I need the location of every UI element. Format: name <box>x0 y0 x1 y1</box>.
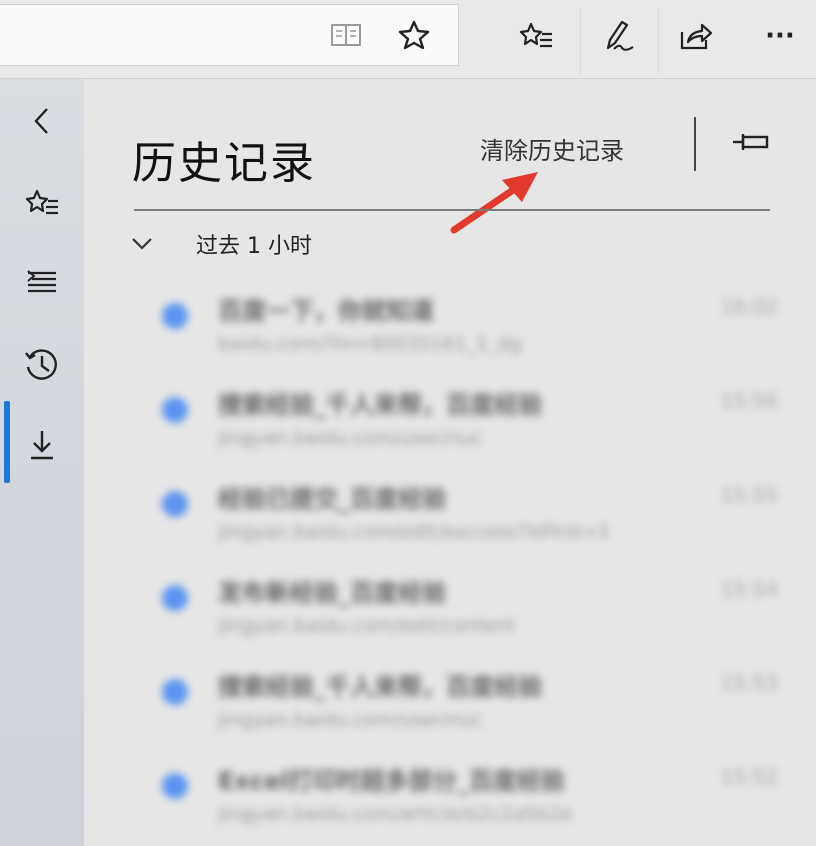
history-item-title: 发布新经验_百度经验 <box>218 579 446 607</box>
favorites-icon[interactable] <box>18 179 66 227</box>
favicon-icon <box>162 679 188 705</box>
favicon-icon <box>162 585 188 611</box>
history-item-time: 15:55 <box>720 483 778 507</box>
history-item[interactable]: 搜索经验_千人来帮，百度经验 jingyan.baidu.com/user/nuc… <box>158 383 778 463</box>
history-item-url: jingyan.baidu.com/edit/success?isFirst=1 <box>218 521 611 543</box>
history-item[interactable]: 经验已提交_百度经验 jingyan.baidu.com/edit/success… <box>158 477 778 557</box>
history-item[interactable]: 百度一下，你就知道 baidu.com/?tn=80035161_1_dg 16:0… <box>158 289 778 369</box>
history-item-time: 15:56 <box>720 389 778 413</box>
history-icon[interactable] <box>18 341 66 389</box>
toolbar-divider <box>658 8 659 74</box>
toolbar-divider <box>580 8 581 74</box>
favicon-icon <box>162 491 188 517</box>
history-item-time: 15:53 <box>720 671 778 695</box>
history-item-time: 15:52 <box>720 765 778 789</box>
history-item[interactable]: 搜索经验_千人来帮，百度经验 jingyan.baidu.com/user/nuc… <box>158 665 778 745</box>
downloads-icon[interactable] <box>18 421 66 469</box>
favicon-icon <box>162 397 188 423</box>
browser-toolbar: ··· <box>0 0 816 79</box>
history-item-time: 15:54 <box>720 577 778 601</box>
favicon-icon <box>162 773 188 799</box>
favicon-icon <box>162 303 188 329</box>
history-item-title: 搜索经验_千人来帮，百度经验 <box>218 673 542 701</box>
address-bar[interactable] <box>0 4 459 66</box>
history-item-title: 百度一下，你就知道 <box>218 297 434 325</box>
back-chevron-icon[interactable] <box>18 97 66 145</box>
history-list: 百度一下，你就知道 baidu.com/?tn=80035161_1_dg 16:0… <box>84 79 816 846</box>
history-item-title: Excel打印时超多部分_百度经验 <box>218 767 565 795</box>
history-item-title: 经验已提交_百度经验 <box>218 485 446 513</box>
history-item[interactable]: Excel打印时超多部分_百度经验 jingyan.baidu.com/artic… <box>158 759 778 839</box>
history-item-url: jingyan.baidu.com/user/nuc <box>218 709 483 731</box>
favorite-star-icon[interactable] <box>394 13 434 57</box>
favorites-hub-icon[interactable] <box>516 14 556 58</box>
active-indicator <box>4 401 10 483</box>
history-item-url: baidu.com/?tn=80035161_1_dg <box>218 333 522 355</box>
reading-list-icon[interactable] <box>18 259 66 307</box>
history-item-url: jingyan.baidu.com/article/b2c2a5b2e <box>218 803 572 825</box>
pen-note-icon[interactable] <box>598 14 638 58</box>
more-icon[interactable]: ··· <box>760 14 800 58</box>
history-item-title: 搜索经验_千人来帮，百度经验 <box>218 391 542 419</box>
history-item-url: jingyan.baidu.com/user/nuc <box>218 427 483 449</box>
reading-view-icon[interactable] <box>326 13 366 57</box>
history-panel: 历史记录 清除历史记录 过去 1 小时 百度一下，你就知道 baidu.com/?… <box>84 79 816 846</box>
hub-rail <box>0 79 84 846</box>
history-item[interactable]: 发布新经验_百度经验 jingyan.baidu.com/edit/content… <box>158 571 778 651</box>
share-icon[interactable] <box>676 14 716 58</box>
history-item-url: jingyan.baidu.com/edit/content <box>218 615 516 637</box>
history-item-time: 16:02 <box>720 295 778 319</box>
